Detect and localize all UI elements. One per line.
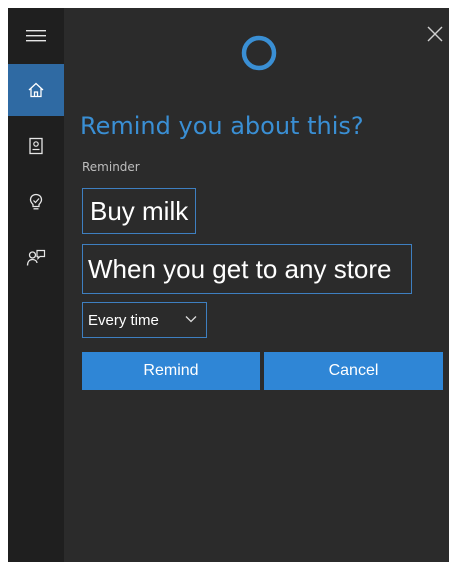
- sidebar: [8, 8, 64, 562]
- close-icon: [427, 26, 443, 42]
- reminder-input[interactable]: Buy milk: [82, 188, 196, 234]
- lightbulb-icon: [29, 193, 43, 210]
- main-panel: Remind you about this? Reminder Buy milk…: [64, 8, 449, 562]
- notebook-icon: [29, 137, 43, 155]
- hamburger-menu-button[interactable]: [8, 10, 64, 62]
- cancel-button[interactable]: Cancel: [264, 352, 443, 390]
- frequency-selected-value: Every time: [88, 311, 159, 329]
- trigger-input[interactable]: When you get to any store: [82, 244, 412, 294]
- remind-button[interactable]: Remind: [82, 352, 260, 390]
- home-icon: [28, 82, 44, 98]
- sidebar-item-notebook[interactable]: [8, 120, 64, 172]
- reminder-label: Reminder: [82, 160, 140, 174]
- feedback-icon: [26, 249, 46, 266]
- hamburger-menu-icon: [26, 30, 46, 42]
- frequency-dropdown[interactable]: Every time: [82, 302, 207, 338]
- sidebar-item-home[interactable]: [8, 64, 64, 116]
- close-button[interactable]: [421, 20, 449, 48]
- page-title: Remind you about this?: [80, 112, 364, 140]
- chevron-down-icon: [185, 316, 197, 323]
- cortana-window: Remind you about this? Reminder Buy milk…: [8, 8, 449, 562]
- sidebar-item-reminders[interactable]: [8, 176, 64, 228]
- sidebar-item-feedback[interactable]: [8, 232, 64, 284]
- cortana-logo-icon: [241, 35, 277, 71]
